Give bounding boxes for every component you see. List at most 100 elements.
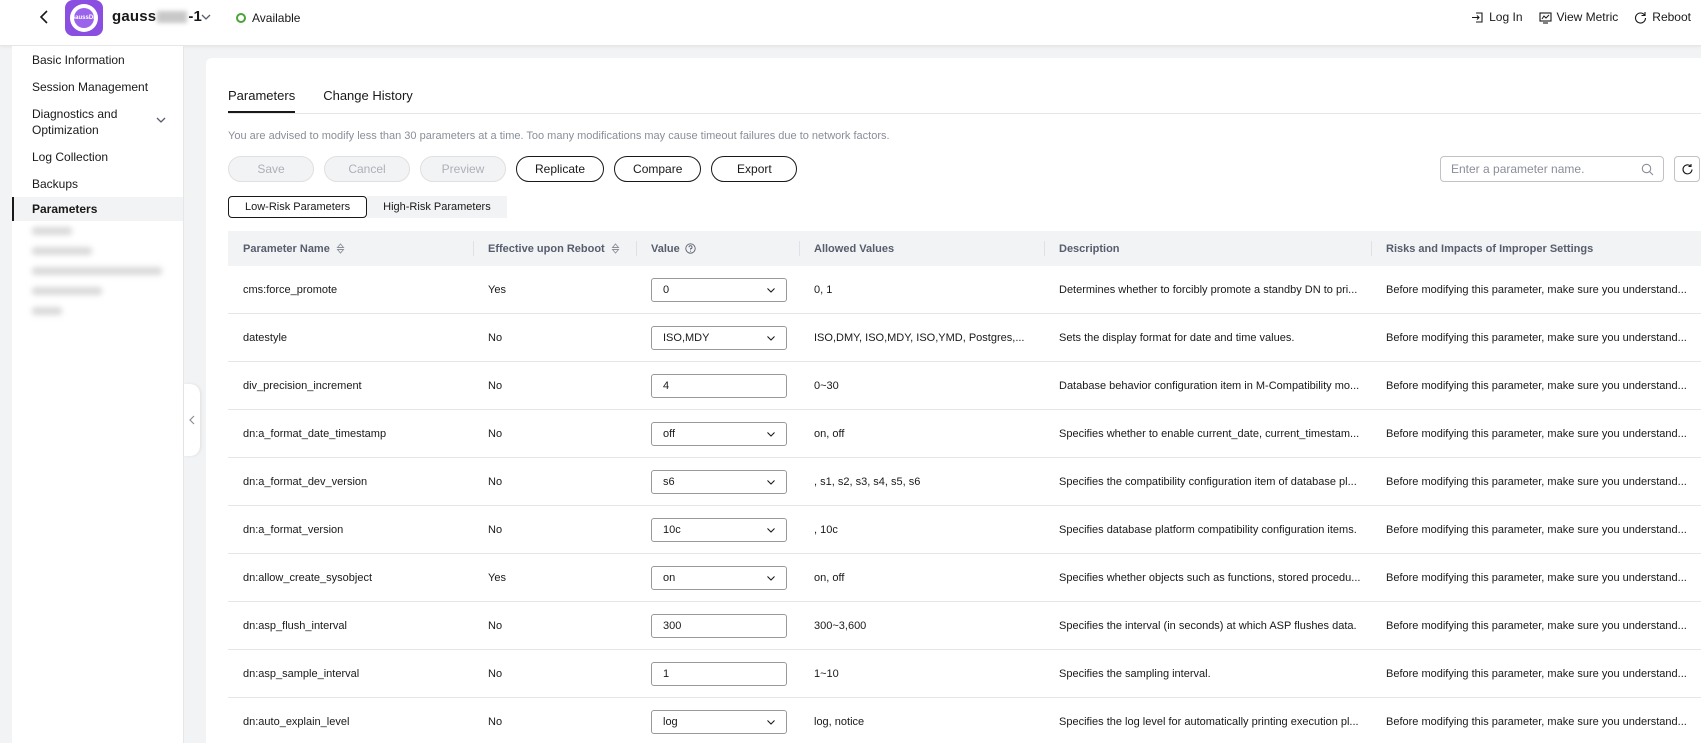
modification-tip: You are advised to modify less than 30 p… [228, 130, 890, 142]
cell-value: on [636, 565, 799, 590]
status-ok-icon [236, 13, 246, 23]
high-risk-segment[interactable]: High-Risk Parameters [367, 196, 507, 218]
table-row: dn:a_format_date_timestamp No off on, off Sp… [228, 410, 1701, 458]
chevron-down-icon [767, 719, 775, 725]
refresh-icon [1681, 163, 1693, 174]
table-row: dn:allow_create_sysobject Yes on on, off Spe… [228, 554, 1701, 602]
preview-button[interactable]: Preview [420, 156, 506, 182]
value-select[interactable]: 10c [651, 517, 787, 542]
cell-risks: Before modifying this parameter, make su… [1386, 427, 1687, 440]
view-metric-button[interactable]: View Metric [1538, 10, 1618, 24]
cell-risks: Before modifying this parameter, make su… [1386, 667, 1687, 680]
sidebar-item-log-collection[interactable]: Log Collection [12, 144, 183, 170]
cell-allowed-values: on, off [814, 427, 845, 440]
tab-divider [228, 113, 1701, 114]
value-input[interactable]: 4 [651, 373, 787, 398]
col-effective-upon-reboot[interactable]: Effective upon Reboot [473, 231, 636, 266]
sort-icon[interactable] [610, 243, 621, 254]
cell-reboot: No [488, 331, 503, 344]
cell-description: Specifies database platform compatibilit… [1059, 523, 1357, 536]
cell-reboot: Yes [488, 283, 506, 296]
sidebar-item-parameters[interactable]: Parameters [12, 197, 183, 221]
cell-reboot: No [488, 475, 503, 488]
table-header: Parameter Name Effective upon Reboot Val… [228, 231, 1701, 266]
parameter-search-input[interactable] [1440, 156, 1664, 182]
tab-parameters[interactable]: Parameters [228, 88, 296, 113]
value-select[interactable]: on [651, 565, 787, 590]
table-row: dn:auto_explain_level No log log, notice Spe… [228, 698, 1701, 743]
cell-value: 300 [636, 613, 799, 638]
search-icon[interactable] [1641, 163, 1654, 176]
cell-description: Specifies the interval (in seconds) at w… [1059, 619, 1357, 632]
cell-allowed-values: 0~30 [814, 379, 839, 392]
cell-parameter-name: div_precision_increment [243, 379, 362, 392]
tab-change-history[interactable]: Change History [323, 88, 413, 113]
col-value: Value [636, 231, 799, 266]
reboot-button[interactable]: Reboot [1634, 10, 1691, 24]
table-row: cms:force_promote Yes 0 0, 1 Determines whet… [228, 266, 1701, 314]
value-select[interactable]: 0 [651, 277, 787, 302]
compare-button[interactable]: Compare [614, 156, 702, 182]
main-panel: Parameters Change History You are advise… [206, 58, 1701, 743]
sidebar-item-basic-information[interactable]: Basic Information [12, 46, 183, 74]
sidebar-collapse-button[interactable] [184, 384, 200, 456]
cell-risks: Before modifying this parameter, make su… [1386, 331, 1687, 344]
value-select[interactable]: s6 [651, 469, 787, 494]
redacted-nav-item [32, 307, 62, 315]
chevron-down-icon [767, 527, 775, 533]
cell-parameter-name: dn:a_format_date_timestamp [243, 427, 387, 440]
instance-switch-chevron-icon[interactable] [200, 11, 212, 23]
instance-name: gauss -1 [112, 8, 203, 25]
table-row: dn:asp_flush_interval No 300 300~3,600 Speci… [228, 602, 1701, 650]
value-select[interactable]: off [651, 421, 787, 446]
chevron-down-icon [767, 479, 775, 485]
cell-allowed-values: ISO,DMY, ISO,MDY, ISO,YMD, Postgres,... [814, 331, 1025, 344]
cell-parameter-name: dn:a_format_version [243, 523, 344, 536]
col-risks: Risks and Impacts of Improper Settings [1371, 231, 1701, 266]
header-actions: Log In View Metric Reboot [1471, 10, 1691, 24]
cell-value: s6 [636, 469, 799, 494]
save-button[interactable]: Save [228, 156, 314, 182]
chevron-down-icon [767, 287, 775, 293]
col-parameter-name[interactable]: Parameter Name [228, 231, 473, 266]
export-button[interactable]: Export [711, 156, 798, 182]
cell-allowed-values: on, off [814, 571, 845, 584]
chevron-down-icon [767, 575, 775, 581]
low-risk-segment[interactable]: Low-Risk Parameters [228, 196, 368, 218]
sidebar-item-diagnostics[interactable]: Diagnostics and Optimization [12, 100, 183, 144]
cell-allowed-values: 300~3,600 [814, 619, 867, 632]
table-row: dn:a_format_dev_version No s6 , s1, s2, s3,… [228, 458, 1701, 506]
cell-value: 10c [636, 517, 799, 542]
chevron-down-icon [767, 431, 775, 437]
cell-risks: Before modifying this parameter, make su… [1386, 283, 1687, 296]
redacted-nav-item [32, 267, 162, 275]
gaussdb-logo: GaussDB [65, 0, 103, 36]
value-select[interactable]: log [651, 709, 787, 734]
redacted-nav-item [32, 247, 92, 255]
sidebar: Basic Information Session Management Dia… [12, 46, 184, 743]
replicate-button[interactable]: Replicate [516, 156, 605, 182]
help-icon[interactable] [685, 243, 696, 254]
cancel-button[interactable]: Cancel [324, 156, 410, 182]
table-row: dn:asp_sample_interval No 1 1~10 Specifies t… [228, 650, 1701, 698]
chevron-down-icon [156, 117, 166, 123]
cell-value: 1 [636, 661, 799, 686]
value-input[interactable]: 1 [651, 661, 787, 686]
risk-segment-toggle: Low-Risk Parameters High-Risk Parameters [228, 196, 507, 218]
tab-bar: Parameters Change History [228, 88, 413, 113]
cell-value: 0 [636, 277, 799, 302]
cell-allowed-values: 0, 1 [814, 283, 833, 296]
sort-icon[interactable] [335, 243, 346, 254]
cell-parameter-name: dn:a_format_dev_version [243, 475, 368, 488]
cell-value: 4 [636, 373, 799, 398]
value-select[interactable]: ISO,MDY [651, 325, 787, 350]
back-arrow-icon[interactable] [36, 8, 54, 26]
sidebar-item-backups[interactable]: Backups [12, 170, 183, 197]
sidebar-item-session-management[interactable]: Session Management [12, 74, 183, 100]
value-input[interactable]: 300 [651, 613, 787, 638]
cell-description: Specifies whether objects such as functi… [1059, 571, 1361, 584]
login-button[interactable]: Log In [1471, 10, 1523, 24]
col-allowed-values: Allowed Values [799, 231, 1044, 266]
metric-icon [1538, 11, 1552, 24]
refresh-button[interactable] [1674, 156, 1700, 182]
